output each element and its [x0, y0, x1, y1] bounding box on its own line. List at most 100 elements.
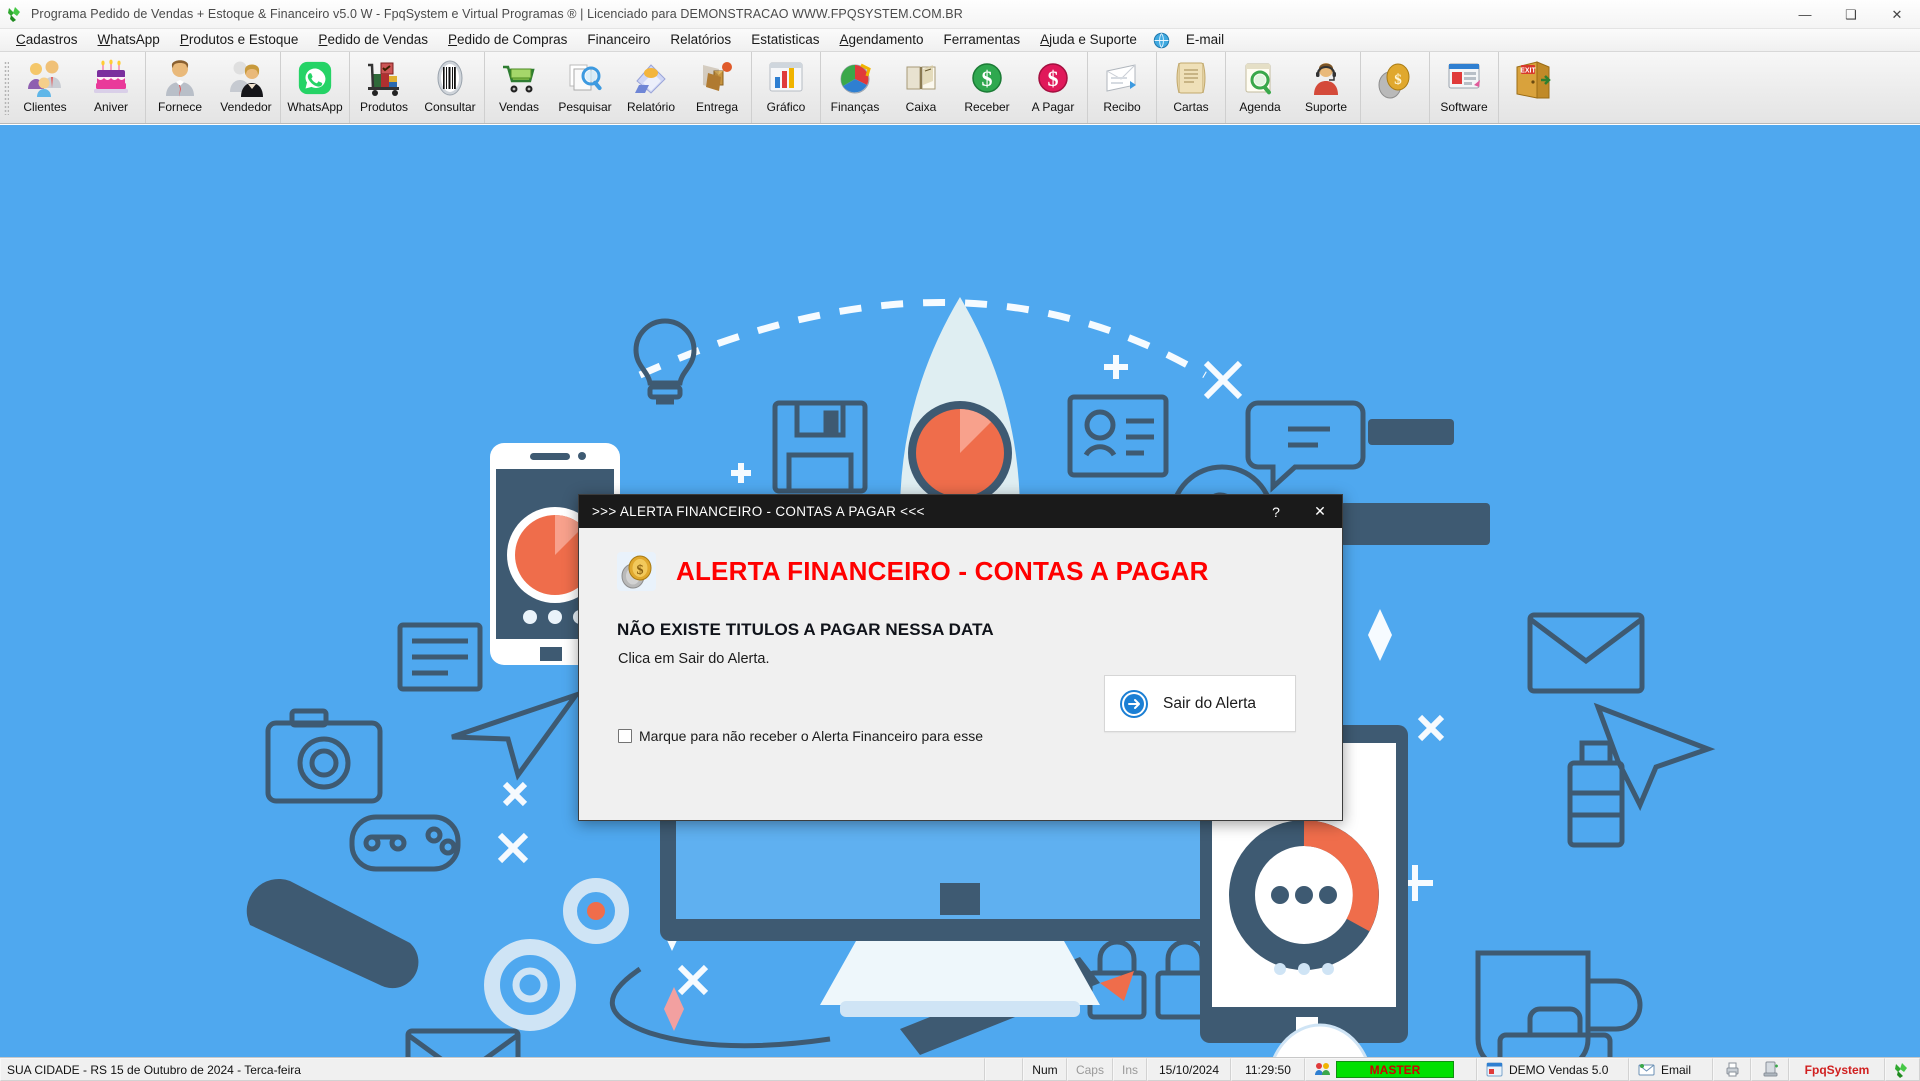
maximize-button[interactable]: ❑ [1828, 0, 1874, 29]
toolbar-label: Suporte [1305, 100, 1347, 114]
status-fpqsystem-cell[interactable]: FpqSystem [1789, 1058, 1885, 1081]
toolbar-label: WhatsApp [287, 100, 342, 114]
toolbar-button-agenda[interactable]: Agenda [1227, 52, 1293, 123]
dialog-body: $ ALERTA FINANCEIRO - CONTAS A PAGAR NÃO… [579, 528, 1342, 820]
status-device-cell[interactable] [1751, 1058, 1789, 1081]
status-printer-cell[interactable] [1713, 1058, 1751, 1081]
menu-cadastros[interactable]: Cadastros [6, 30, 88, 51]
status-caps: Caps [1067, 1058, 1113, 1081]
toolbar-grip[interactable] [2, 52, 11, 123]
menu-ajuda-suporte[interactable]: Ajuda e Suporte [1030, 30, 1147, 51]
dialog-heading: ALERTA FINANCEIRO - CONTAS A PAGAR [676, 556, 1209, 587]
dialog-titlebar: >>> ALERTA FINANCEIRO - CONTAS A PAGAR <… [579, 495, 1342, 528]
toolbar-button-grafico[interactable]: Gráfico [753, 52, 819, 123]
dialog-header-row: $ ALERTA FINANCEIRO - CONTAS A PAGAR [579, 528, 1342, 591]
dialog-checkbox-row[interactable]: Marque para não receber o Alerta Finance… [618, 728, 983, 744]
menu-globe-icon[interactable] [1147, 32, 1176, 49]
menu-whatsapp[interactable]: WhatsApp [88, 30, 170, 51]
gold-coin-icon: $ [617, 552, 656, 591]
toolbar-button-financas[interactable]: Finanças [822, 52, 888, 123]
exit-alert-button[interactable]: Sair do Alerta [1104, 675, 1296, 732]
status-bar: SUA CIDADE - RS 15 de Outubro de 2024 - … [0, 1057, 1920, 1080]
toolbar-group-sair: EXIT [1499, 52, 1567, 123]
menu-relatorios[interactable]: Relatórios [660, 30, 741, 51]
close-button[interactable]: ✕ [1874, 0, 1920, 29]
toolbar-button-produtos[interactable]: Produtos [351, 52, 417, 123]
dialog-checkbox[interactable] [618, 729, 632, 743]
window-titlebar: Programa Pedido de Vendas + Estoque & Fi… [0, 0, 1920, 29]
main-toolbar: Clientes Aniver [0, 52, 1920, 124]
toolbar-label: Finanças [831, 100, 880, 114]
pay-money-icon: $ [1033, 58, 1073, 98]
status-location-date: SUA CIDADE - RS 15 de Outubro de 2024 - … [0, 1058, 985, 1081]
menu-ferramentas[interactable]: Ferramentas [934, 30, 1031, 51]
svg-text:EXIT: EXIT [1520, 68, 1536, 75]
toolbar-button-aniver[interactable]: Aniver [78, 52, 144, 123]
svg-text:$: $ [1048, 66, 1059, 91]
dialog-help-button[interactable]: ? [1254, 495, 1298, 528]
toolbar-label: Vendas [499, 100, 539, 114]
status-ins: Ins [1113, 1058, 1147, 1081]
toolbar-label: Fornece [158, 100, 202, 114]
status-demo-cell: DEMO Vendas 5.0 [1477, 1058, 1629, 1081]
menu-estatisticas[interactable]: Estatisticas [741, 30, 829, 51]
minimize-button[interactable]: — [1782, 0, 1828, 29]
desktop-background: >>> ALERTA FINANCEIRO - CONTAS A PAGAR <… [0, 125, 1920, 1057]
menu-ajuda-rest: juda e Suporte [1049, 32, 1137, 47]
toolbar-group-agenda: Agenda Suporte [1226, 52, 1361, 123]
search-docs-icon [565, 58, 605, 98]
menu-produtos-estoque[interactable]: Produtos e Estoque [170, 30, 309, 51]
menu-whatsapp-rest: hatsApp [110, 32, 160, 47]
menu-financeiro[interactable]: Financeiro [577, 30, 660, 51]
toolbar-button-sair[interactable]: EXIT [1500, 52, 1566, 123]
toolbar-button-apagar[interactable]: $ A Pagar [1020, 52, 1086, 123]
toolbar-button-clientes[interactable]: Clientes [12, 52, 78, 123]
menu-pedido-compras[interactable]: Pedido de Compras [438, 30, 577, 51]
dialog-window-controls: ? ✕ [1254, 495, 1342, 528]
toolbar-group-pessoas: Fornece Vendedor [146, 52, 281, 123]
delivery-truck-icon [697, 58, 737, 98]
products-cart-icon [364, 58, 404, 98]
menu-pedido-vendas[interactable]: Pedido de Vendas [308, 30, 438, 51]
menu-email[interactable]: E-mail [1176, 30, 1234, 51]
clients-icon [25, 58, 65, 98]
window-title: Programa Pedido de Vendas + Estoque & Fi… [31, 7, 963, 21]
status-email-cell[interactable]: Email [1629, 1058, 1713, 1081]
dialog-close-button[interactable]: ✕ [1298, 495, 1342, 528]
toolbar-button-fornece[interactable]: Fornece [147, 52, 213, 123]
menu-agendamento[interactable]: Agendamento [829, 30, 933, 51]
toolbar-button-pesquisar[interactable]: Pesquisar [552, 52, 618, 123]
report-printer-icon [631, 58, 671, 98]
dialog-submessage: Clica em Sair do Alerta. [618, 651, 1342, 667]
letters-scroll-icon [1171, 58, 1211, 98]
toolbar-button-suporte[interactable]: Suporte [1293, 52, 1359, 123]
toolbar-button-relatorio[interactable]: Relatório [618, 52, 684, 123]
toolbar-group-produtos: Produtos Consultar [350, 52, 485, 123]
alert-dialog: >>> ALERTA FINANCEIRO - CONTAS A PAGAR <… [578, 494, 1343, 821]
toolbar-label: Agenda [1239, 100, 1280, 114]
toolbar-button-software[interactable]: Software [1431, 52, 1497, 123]
toolbar-group-whatsapp: WhatsApp [281, 52, 350, 123]
toolbar-button-entrega[interactable]: Entrega [684, 52, 750, 123]
toolbar-button-moedas[interactable]: $ [1362, 52, 1428, 123]
toolbar-button-caixa[interactable]: Caixa [888, 52, 954, 123]
toolbar-group-moedas: $ [1361, 52, 1430, 123]
menu-produtos-rest: rodutos e Estoque [189, 32, 299, 47]
cash-book-icon [901, 58, 941, 98]
toolbar-button-consultar[interactable]: Consultar [417, 52, 483, 123]
main-menubar: Cadastros WhatsApp Produtos e Estoque Pe… [0, 29, 1920, 52]
toolbar-button-vendas[interactable]: Vendas [486, 52, 552, 123]
status-demo-label: DEMO Vendas 5.0 [1509, 1063, 1608, 1077]
toolbar-button-receber[interactable]: $ Receber [954, 52, 1020, 123]
toolbar-group-software: Software [1430, 52, 1499, 123]
toolbar-button-vendedor[interactable]: Vendedor [213, 52, 279, 123]
toolbar-button-cartas[interactable]: Cartas [1158, 52, 1224, 123]
toolbar-button-recibo[interactable]: Recibo [1089, 52, 1155, 123]
toolbar-button-whatsapp[interactable]: WhatsApp [282, 52, 348, 123]
status-master-cell: MASTER [1305, 1058, 1477, 1081]
mail-icon [1638, 1061, 1655, 1078]
printer-icon [1724, 1061, 1741, 1078]
whatsapp-icon [295, 58, 335, 98]
menu-agendamento-rest: gendamento [848, 32, 923, 47]
dialog-checkbox-label: Marque para não receber o Alerta Finance… [639, 728, 983, 744]
